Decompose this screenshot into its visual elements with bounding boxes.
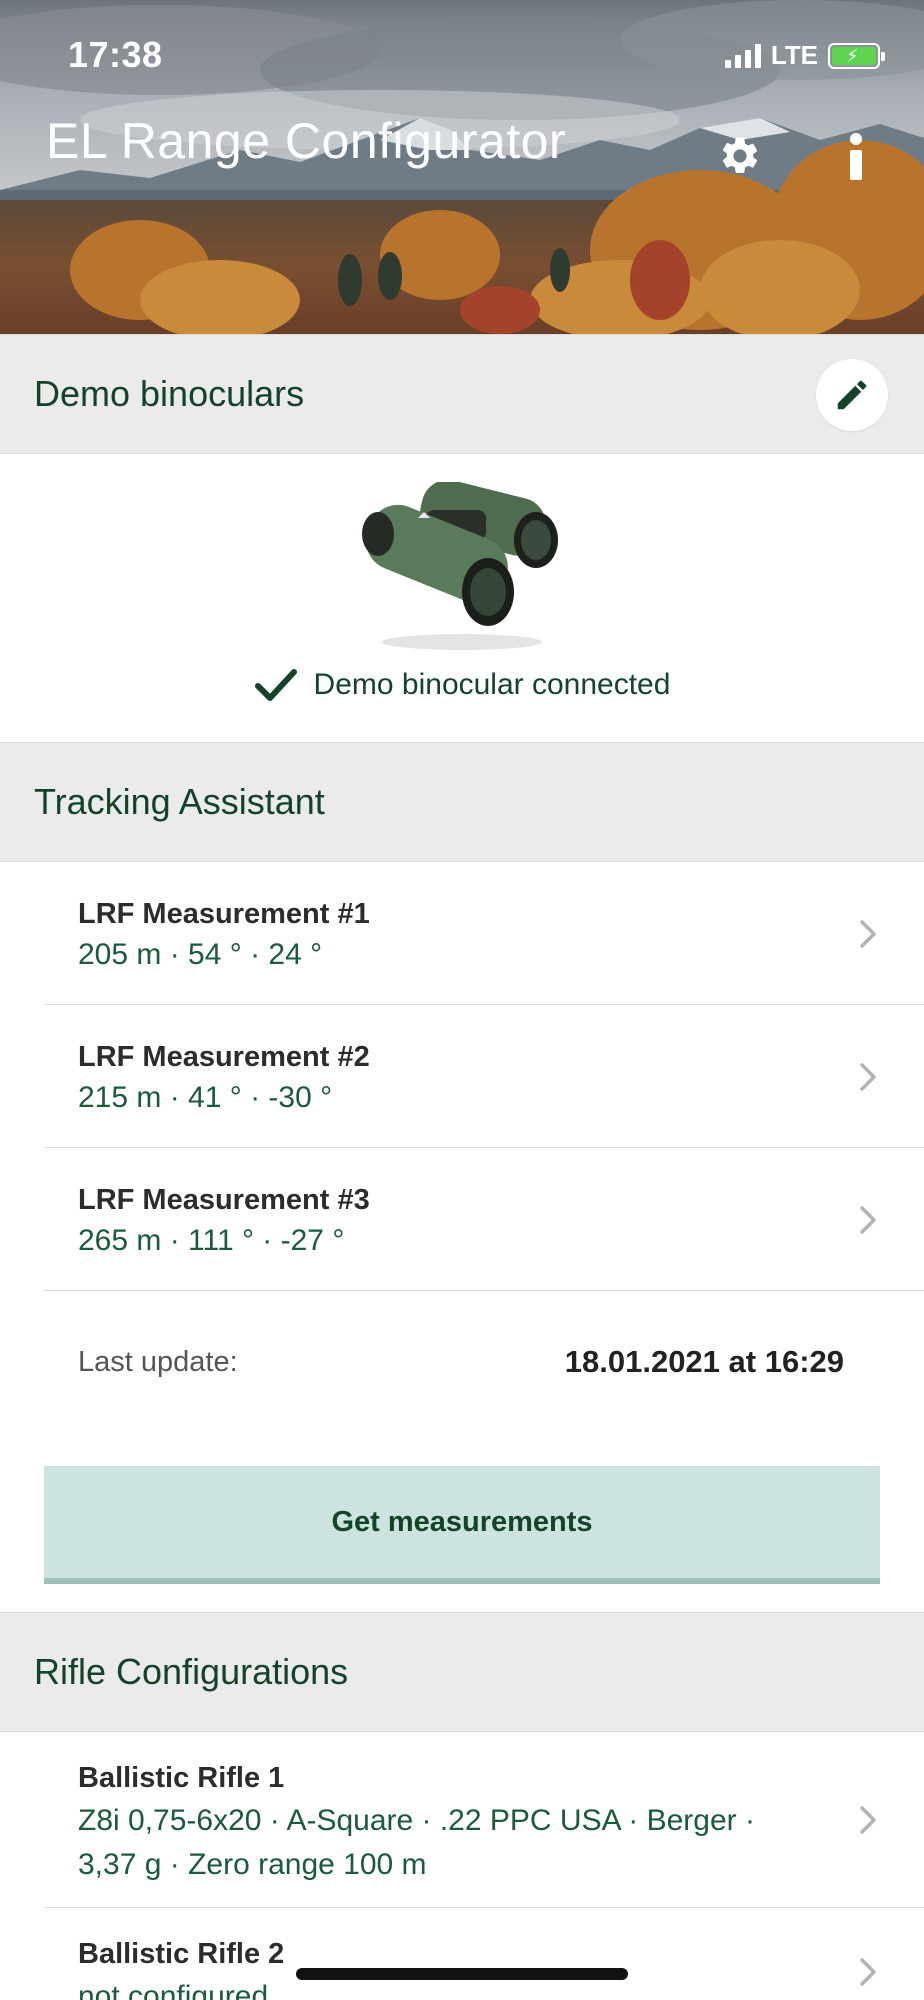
home-indicator[interactable]	[296, 1968, 628, 1980]
measurement-details: 215 m · 41 ° · -30 °	[78, 1081, 333, 1114]
edit-device-button[interactable]	[816, 359, 888, 431]
status-bar: 17:38 LTE ⚡	[0, 0, 924, 110]
status-time: 17:38	[68, 34, 163, 75]
get-measurements-button[interactable]: Get measurements	[44, 1466, 880, 1584]
rifle-details-line1: not configured	[78, 1980, 269, 2000]
rifle-details-line2: 3,37 g · Zero range 100 m	[78, 1848, 427, 1881]
rifle-section-header: Rifle Configurations	[0, 1612, 924, 1732]
measurement-title: LRF Measurement #1	[78, 898, 370, 930]
chevron-right-icon	[860, 1206, 876, 1234]
info-button[interactable]	[828, 128, 884, 184]
checkmark-icon	[254, 669, 297, 701]
rifle-title: Ballistic Rifle 2	[78, 1938, 285, 1970]
status-indicators: LTE ⚡	[724, 40, 885, 71]
measurement-title: LRF Measurement #2	[78, 1041, 370, 1073]
rifle-row-1[interactable]: Ballistic Rifle 1 Z8i 0,75-6x20 · A-Squa…	[44, 1732, 924, 1908]
measurement-row-1[interactable]: LRF Measurement #1 205 m · 54 ° · 24 °	[44, 862, 924, 1005]
pencil-icon	[837, 380, 867, 410]
measurement-details: 205 m · 54 ° · 24 °	[78, 938, 323, 971]
device-section-header: Demo binoculars	[0, 334, 924, 454]
connection-status-text: Demo binocular connected	[313, 668, 671, 701]
rifle-row-2[interactable]: Ballistic Rifle 2 not configured	[44, 1908, 924, 2000]
device-name: Demo binoculars	[34, 373, 305, 414]
network-type: LTE	[770, 40, 818, 70]
gear-icon	[722, 137, 758, 173]
header-hero: 17:38 LTE ⚡ EL Range Configurator	[0, 0, 924, 334]
battery-icon: ⚡	[828, 42, 885, 69]
last-update-value: 18.01.2021 at 16:29	[564, 1344, 844, 1379]
binocular-image	[362, 482, 558, 650]
connection-status: Demo binocular connected	[0, 668, 924, 702]
last-update-label: Last update:	[78, 1346, 238, 1378]
measurement-row-2[interactable]: LRF Measurement #2 215 m · 41 ° · -30 °	[44, 1005, 924, 1148]
chevron-right-icon	[860, 1958, 876, 1986]
rifle-title: Ballistic Rifle 1	[78, 1762, 285, 1794]
info-icon	[850, 133, 862, 180]
chevron-right-icon	[860, 920, 876, 948]
measurement-details: 265 m · 111 ° · -27 °	[78, 1224, 345, 1257]
device-panel: Demo binocular connected	[0, 454, 924, 742]
tracking-section-title: Tracking Assistant	[34, 781, 325, 822]
settings-button[interactable]	[712, 128, 768, 184]
tracking-section-header: Tracking Assistant	[0, 742, 924, 862]
rifle-section-title: Rifle Configurations	[34, 1651, 349, 1692]
signal-icon	[724, 43, 761, 68]
measurement-title: LRF Measurement #3	[78, 1184, 370, 1216]
rifle-details-line1: Z8i 0,75-6x20 · A-Square · .22 PPC USA ·…	[78, 1804, 755, 1837]
measurement-row-3[interactable]: LRF Measurement #3 265 m · 111 ° · -27 °	[44, 1148, 924, 1291]
chevron-right-icon	[860, 1063, 876, 1091]
app-title: EL Range Configurator	[46, 113, 567, 169]
chevron-right-icon	[860, 1806, 876, 1834]
